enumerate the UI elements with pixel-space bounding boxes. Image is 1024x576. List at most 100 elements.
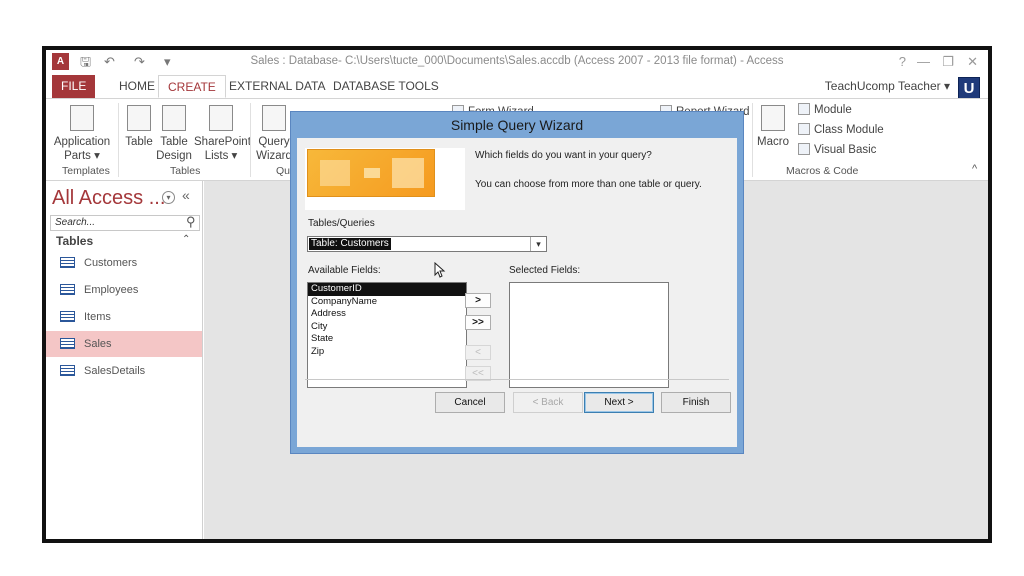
sharepoint-lists-button[interactable]: SharePoint Lists ▾ xyxy=(194,105,251,163)
query-wizard-label: Query Wizard xyxy=(256,136,292,162)
sharepoint-lists-icon xyxy=(209,105,233,131)
window-title: Sales : Database- C:\Users\tucte_000\Doc… xyxy=(250,55,784,67)
chevron-down-icon[interactable]: ▾ xyxy=(530,237,546,251)
table-icon xyxy=(60,284,75,295)
minimize-icon[interactable]: — xyxy=(917,54,930,69)
section-collapse-icon[interactable]: ⌃ xyxy=(182,234,190,245)
table-icon xyxy=(60,338,75,349)
nav-item-employees[interactable]: Employees xyxy=(46,277,202,303)
finish-button[interactable]: Finish xyxy=(661,392,731,413)
nav-pane-title[interactable]: All Access ... xyxy=(52,187,165,210)
class-module-label: Class Module xyxy=(814,124,884,136)
dialog-body: Which fields do you want in your query? … xyxy=(297,138,737,447)
nav-item-label: Items xyxy=(84,311,111,323)
tables-queries-select[interactable]: Table: Customers ▾ xyxy=(307,236,547,252)
table-icon xyxy=(60,257,75,268)
tab-create[interactable]: CREATE xyxy=(158,75,226,98)
macro-label: Macro xyxy=(757,136,789,148)
list-item[interactable]: CustomerID xyxy=(308,283,466,296)
add-all-fields-button[interactable]: >> xyxy=(465,315,491,330)
macro-button[interactable]: Macro xyxy=(756,105,790,149)
ribbon-separator xyxy=(250,103,251,177)
table-label: Table xyxy=(125,136,153,148)
module-button[interactable]: Module xyxy=(798,103,852,116)
mouse-cursor-icon xyxy=(434,262,446,278)
nav-pane-menu-icon[interactable]: ▾ xyxy=(162,191,175,204)
table-design-label: Table Design xyxy=(156,136,192,162)
dialog-title[interactable]: Simple Query Wizard xyxy=(291,112,743,138)
nav-section-tables[interactable]: Tables xyxy=(56,234,93,248)
nav-pane-collapse-icon[interactable]: « xyxy=(182,187,190,203)
tab-external-data[interactable]: EXTERNAL DATA xyxy=(220,75,334,98)
dialog-divider xyxy=(305,379,729,380)
cancel-button[interactable]: Cancel xyxy=(435,392,505,413)
tab-home[interactable]: HOME xyxy=(110,75,164,98)
wizard-illustration xyxy=(305,148,465,210)
tab-database-tools[interactable]: DATABASE TOOLS xyxy=(324,75,448,98)
tab-file[interactable]: FILE xyxy=(52,75,96,98)
module-label: Module xyxy=(814,104,852,116)
navigation-pane: All Access ... ▾ « Search... ⚲ Tables ⌃ … xyxy=(46,181,203,539)
list-item[interactable]: State xyxy=(308,333,466,346)
nav-item-items[interactable]: Items xyxy=(46,304,202,330)
nav-search-input[interactable]: Search... xyxy=(50,215,200,231)
back-button[interactable]: < Back xyxy=(513,392,583,413)
selected-fields-label: Selected Fields: xyxy=(509,265,581,276)
table-design-icon xyxy=(162,105,186,131)
selected-fields-list[interactable] xyxy=(509,282,669,388)
list-item[interactable]: Zip xyxy=(308,346,466,359)
visual-basic-button[interactable]: Visual Basic xyxy=(798,143,876,156)
application-parts-button[interactable]: Application Parts ▾ xyxy=(50,105,114,163)
query-wizard-button[interactable]: Query Wizard xyxy=(254,105,294,163)
tables-queries-label: Tables/Queries xyxy=(308,218,375,229)
user-account[interactable]: TeachUcomp Teacher ▾ xyxy=(825,79,950,93)
class-module-button[interactable]: Class Module xyxy=(798,123,884,136)
table-design-button[interactable]: Table Design xyxy=(156,105,192,163)
visual-basic-label: Visual Basic xyxy=(814,144,877,156)
help-icon[interactable]: ? xyxy=(899,54,906,69)
visual-basic-icon xyxy=(798,143,810,155)
available-fields-label: Available Fields: xyxy=(308,265,381,276)
table-icon xyxy=(127,105,151,131)
search-icon[interactable]: ⚲ xyxy=(186,214,196,230)
macro-icon xyxy=(761,105,785,131)
user-logo-icon: U xyxy=(958,77,980,99)
module-icon xyxy=(798,103,810,115)
close-icon[interactable]: ✕ xyxy=(967,54,978,70)
query-wizard-icon xyxy=(262,105,286,131)
table-icon xyxy=(60,365,75,376)
tables-queries-value: Table: Customers xyxy=(309,238,391,250)
title-bar: A 🖫 ↶ ↷ ▾ Sales : Database- C:\Users\tuc… xyxy=(46,50,988,74)
nav-item-sales[interactable]: Sales xyxy=(46,331,202,357)
add-field-button[interactable]: > xyxy=(465,293,491,308)
remove-field-button[interactable]: < xyxy=(465,345,491,360)
next-button[interactable]: Next > xyxy=(584,392,654,413)
list-item[interactable]: City xyxy=(308,321,466,334)
nav-item-label: Sales xyxy=(84,338,112,350)
nav-item-label: Employees xyxy=(84,284,139,296)
ribbon-separator xyxy=(752,103,753,177)
available-fields-list[interactable]: CustomerID CompanyName Address City Stat… xyxy=(307,282,467,388)
sharepoint-lists-label: SharePoint Lists ▾ xyxy=(194,136,251,162)
application-parts-label: Application Parts ▾ xyxy=(53,136,111,162)
simple-query-wizard-dialog: Simple Query Wizard Which fields do you … xyxy=(290,111,744,454)
wizard-hint: You can choose from more than one table … xyxy=(475,179,702,190)
restore-icon[interactable]: ❐ xyxy=(942,54,954,70)
group-tables-label: Tables xyxy=(170,165,201,177)
wizard-graphic-icon xyxy=(307,149,435,197)
nav-item-customers[interactable]: Customers xyxy=(46,250,202,276)
class-module-icon xyxy=(798,123,810,135)
group-templates-label: Templates xyxy=(62,165,110,177)
table-icon xyxy=(60,311,75,322)
group-macros-code-label: Macros & Code xyxy=(786,165,859,177)
nav-item-label: Customers xyxy=(84,257,138,269)
collapse-ribbon-icon[interactable]: ^ xyxy=(972,163,977,175)
list-item[interactable]: CompanyName xyxy=(308,296,466,309)
wizard-question: Which fields do you want in your query? xyxy=(475,150,652,161)
application-parts-icon xyxy=(70,105,94,131)
table-button[interactable]: Table xyxy=(122,105,156,149)
list-item[interactable]: Address xyxy=(308,308,466,321)
nav-item-salesdetails[interactable]: SalesDetails xyxy=(46,358,202,384)
nav-item-label: SalesDetails xyxy=(84,365,146,377)
ribbon-separator xyxy=(118,103,119,177)
